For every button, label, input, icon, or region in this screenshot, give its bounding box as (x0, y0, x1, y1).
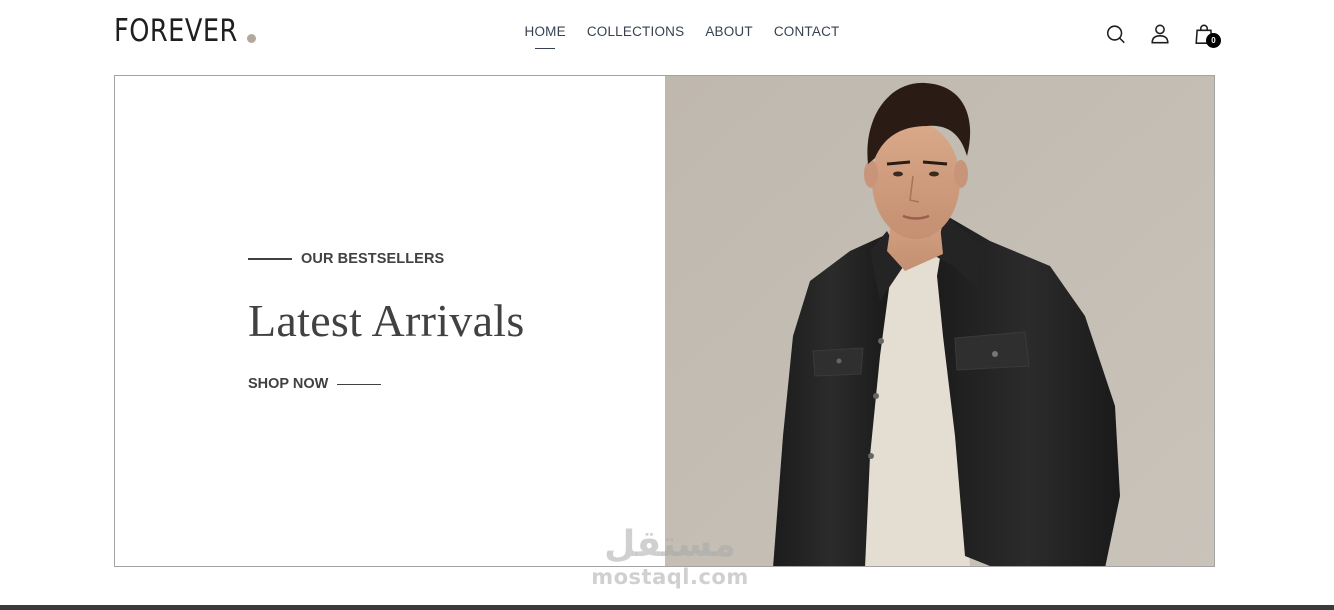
shop-now-label: SHOP NOW (248, 376, 329, 392)
nav-about[interactable]: ABOUT (705, 23, 753, 41)
shop-now-link[interactable]: SHOP NOW (248, 376, 382, 392)
nav-home[interactable]: HOME (525, 23, 566, 41)
search-icon[interactable] (1105, 22, 1127, 46)
nav-contact[interactable]: CONTACT (774, 23, 840, 41)
nav-collections[interactable]: COLLECTIONS (587, 23, 684, 41)
brand-dot (246, 34, 256, 43)
hero-model-photo (665, 76, 1214, 566)
hero-image (665, 76, 1214, 566)
header-actions: 0 (1105, 22, 1221, 48)
user-icon[interactable] (1149, 22, 1171, 46)
eyebrow-text: OUR BESTSELLERS (301, 251, 445, 267)
shopping-bag-icon[interactable]: 0 (1193, 22, 1221, 48)
hero-eyebrow: OUR BESTSELLERS (248, 251, 444, 267)
bottom-bar (0, 605, 1334, 610)
cart-count-badge: 0 (1206, 33, 1221, 48)
eyebrow-rule (248, 258, 292, 260)
shop-now-rule (337, 383, 382, 385)
brand-name: FOREVER (114, 13, 238, 49)
brand-logo[interactable]: FOREVER (114, 14, 256, 48)
hero-text-panel: OUR BESTSELLERS Latest Arrivals SHOP NOW (115, 76, 665, 566)
hero-title: Latest Arrivals (248, 295, 525, 346)
watermark-latin: mostaql.com (591, 565, 749, 589)
hero-banner: OUR BESTSELLERS Latest Arrivals SHOP NOW (114, 75, 1215, 567)
